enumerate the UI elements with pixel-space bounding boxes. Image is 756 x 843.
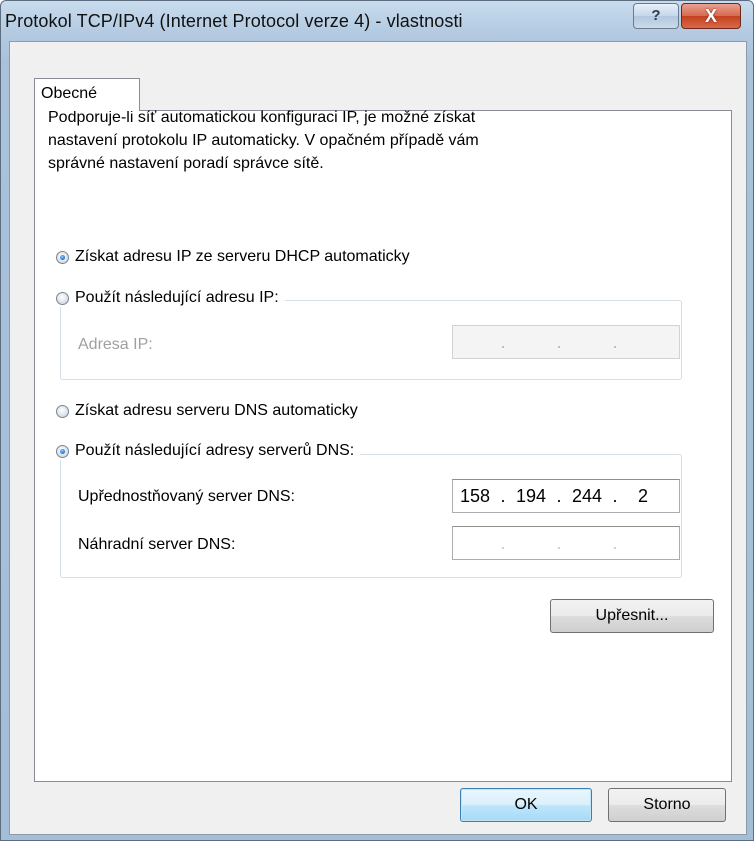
octet: 244 bbox=[571, 485, 603, 506]
intro-text: Podporuje-li síť automatickou konfigurac… bbox=[48, 106, 648, 175]
ip-address-label: Adresa IP: bbox=[78, 336, 153, 353]
close-button[interactable]: X bbox=[681, 3, 741, 29]
radio-button[interactable] bbox=[56, 291, 69, 305]
radio-ip-auto[interactable]: Získat adresu IP ze serveru DHCP automat… bbox=[56, 248, 410, 266]
radio-ip-manual[interactable]: Použít následující adresu IP: bbox=[56, 289, 285, 307]
preferred-dns-input[interactable]: 158. 194. 244. 2 bbox=[452, 479, 680, 513]
radio-dns-auto[interactable]: Získat adresu serveru DNS automaticky bbox=[56, 402, 358, 420]
ok-button[interactable]: OK bbox=[460, 788, 592, 822]
radio-button[interactable] bbox=[56, 250, 69, 264]
radio-dns-manual-label: Použít následující adresy serverů DNS: bbox=[75, 442, 355, 459]
intro-line: nastavení protokolu IP automaticky. V op… bbox=[48, 132, 479, 149]
octet: 194 bbox=[515, 485, 547, 506]
radio-ip-manual-label: Použít následující adresu IP: bbox=[75, 289, 279, 306]
advanced-button[interactable]: Upřesnit... bbox=[550, 599, 714, 633]
radio-dns-auto-label: Získat adresu serveru DNS automaticky bbox=[75, 402, 358, 419]
octet: 2 bbox=[637, 485, 648, 506]
radio-button[interactable] bbox=[56, 444, 69, 458]
help-button[interactable]: ? bbox=[633, 3, 679, 29]
alternate-dns-input[interactable]: . . . bbox=[452, 526, 680, 560]
radio-dns-manual[interactable]: Použít následující adresy serverů DNS: bbox=[56, 442, 361, 460]
intro-line: správné nastavení poradí správce sítě. bbox=[48, 155, 324, 172]
dialog-window: Protokol TCP/IPv4 (Internet Protocol ver… bbox=[0, 0, 754, 841]
ip-address-input[interactable]: . . . bbox=[452, 325, 680, 359]
dialog-client-area: Obecné Podporuje-li síť automatickou kon… bbox=[9, 41, 747, 835]
radio-ip-auto-label: Získat adresu IP ze serveru DHCP automat… bbox=[75, 248, 410, 265]
close-icon: X bbox=[704, 6, 717, 26]
cancel-button[interactable]: Storno bbox=[608, 788, 726, 822]
tab-general[interactable]: Obecné bbox=[34, 78, 140, 111]
radio-button[interactable] bbox=[56, 404, 69, 418]
alternate-dns-label: Náhradní server DNS: bbox=[78, 536, 236, 553]
title-bar[interactable]: Protokol TCP/IPv4 (Internet Protocol ver… bbox=[1, 1, 753, 41]
window-title: Protokol TCP/IPv4 (Internet Protocol ver… bbox=[5, 11, 463, 31]
help-icon: ? bbox=[651, 7, 661, 24]
preferred-dns-label: Upřednostňovaný server DNS: bbox=[78, 488, 295, 505]
octet: 158 bbox=[459, 485, 491, 506]
